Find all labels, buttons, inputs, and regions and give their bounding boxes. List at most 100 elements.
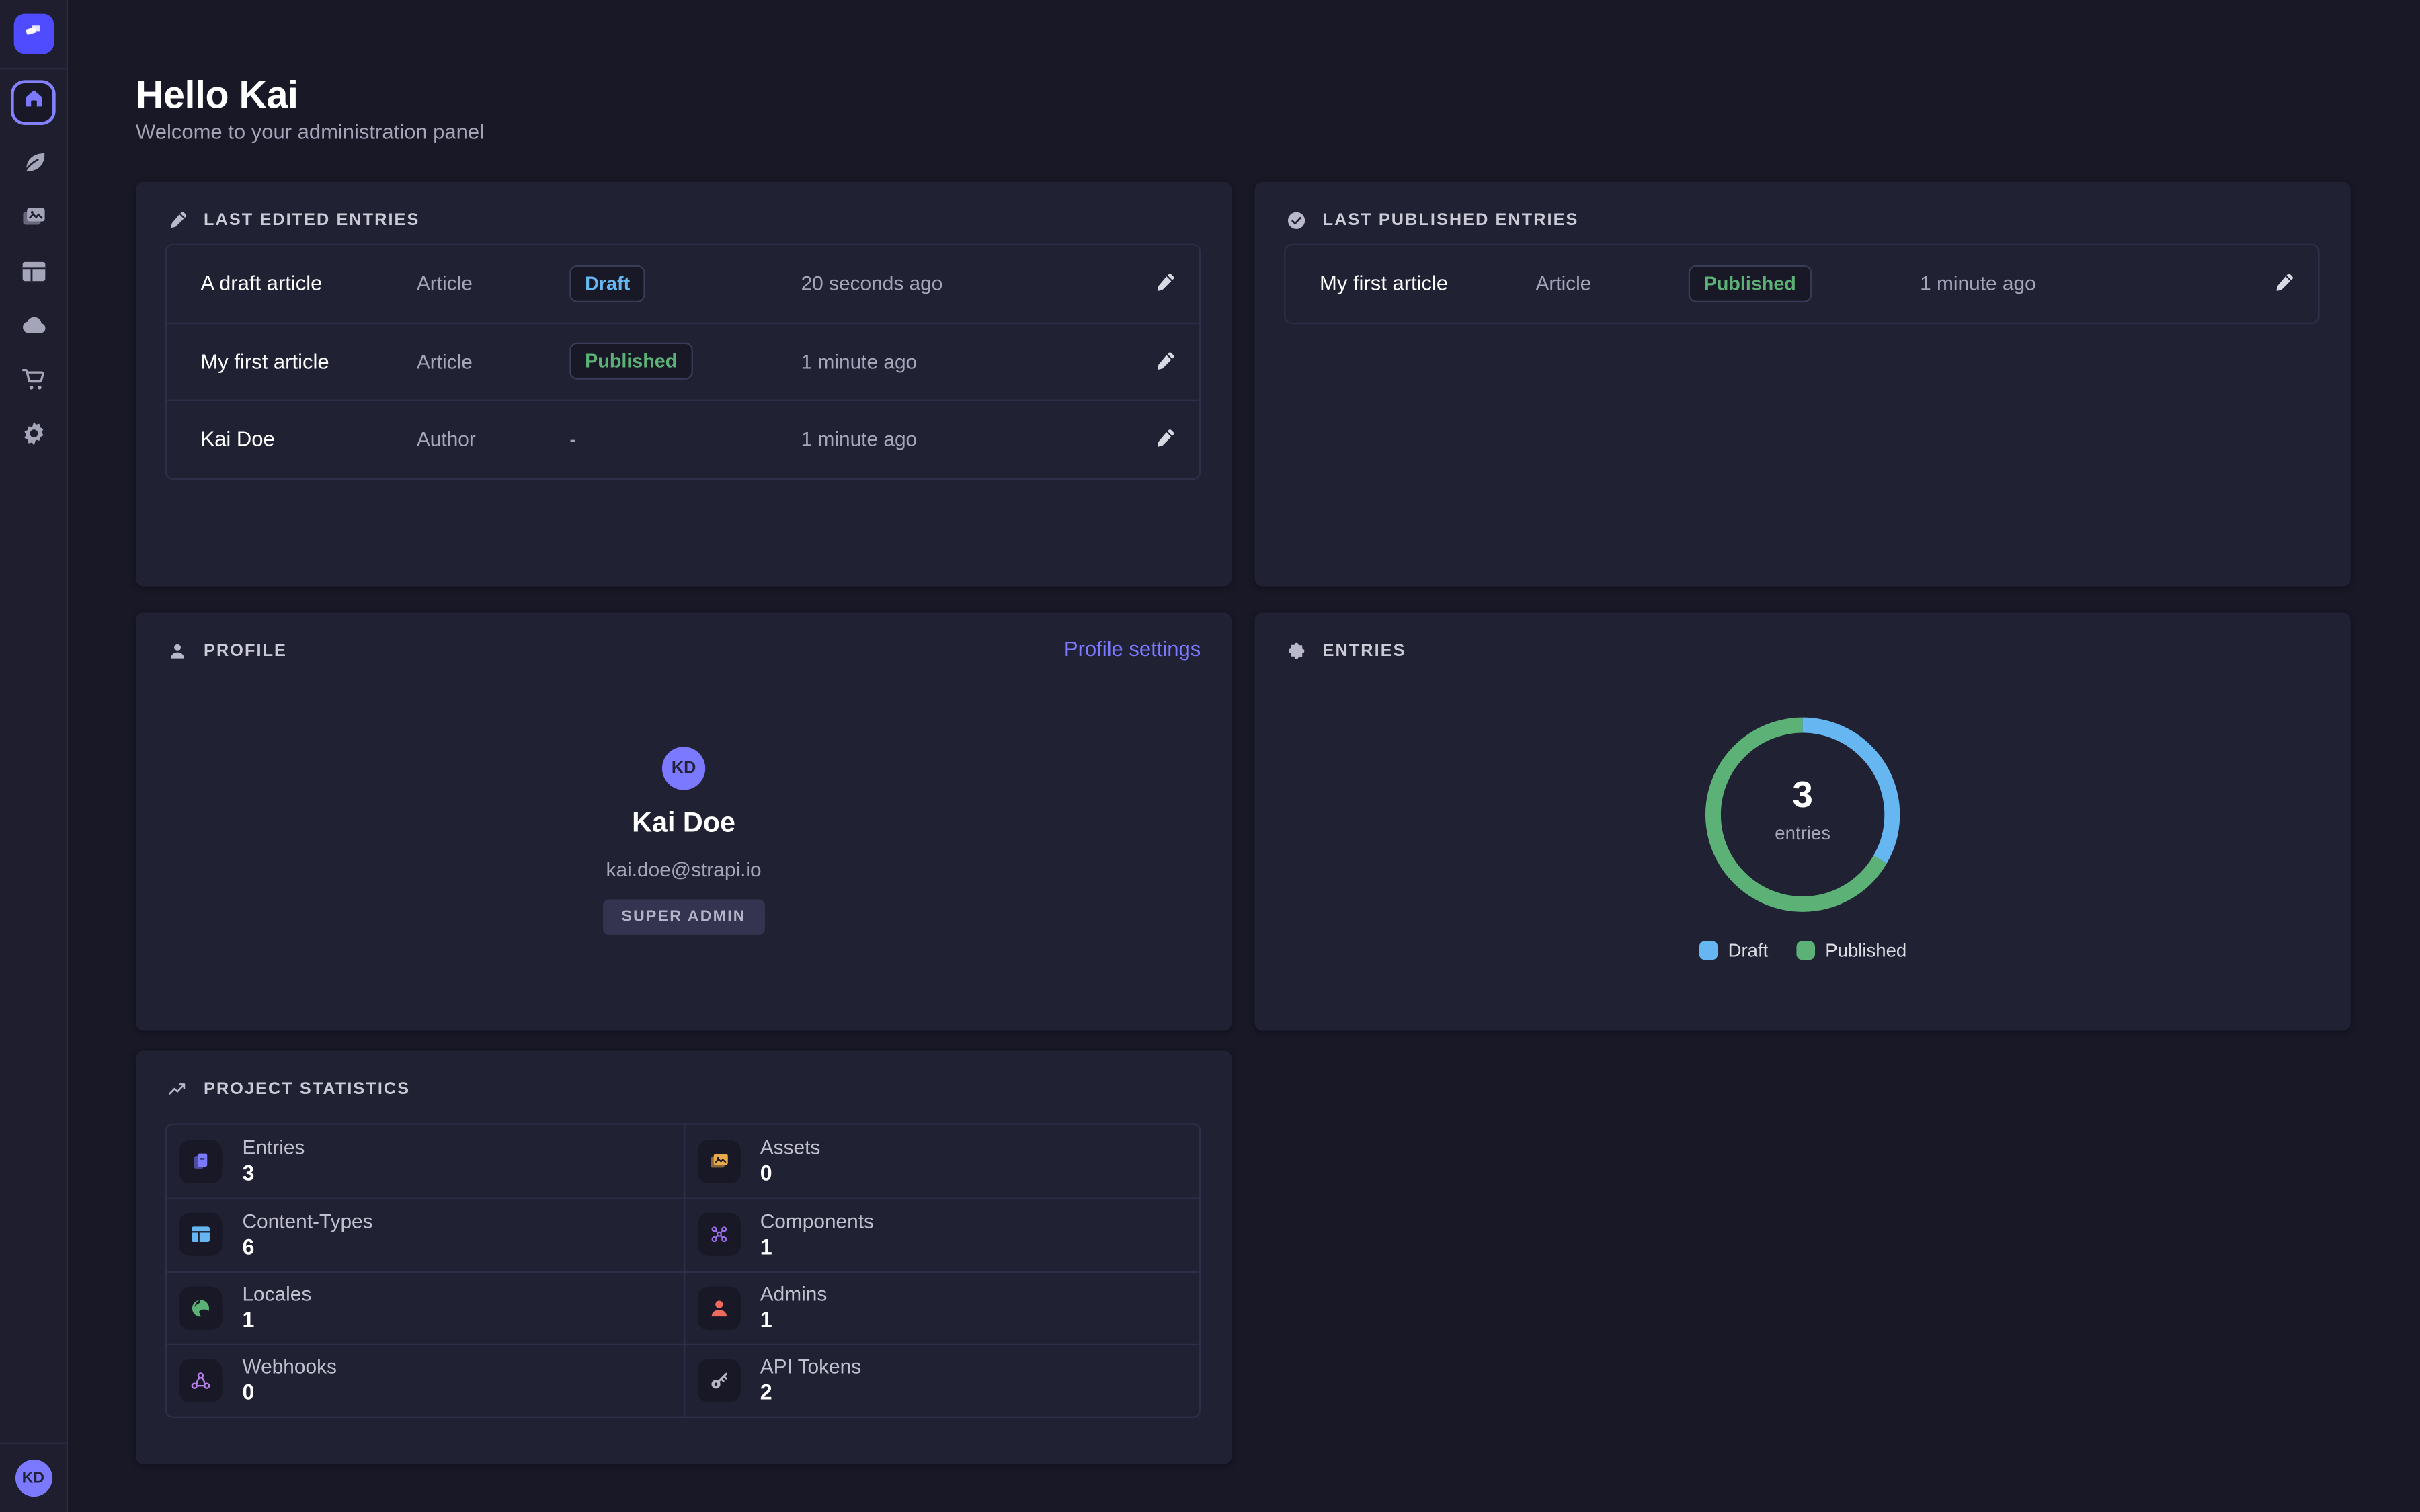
- entry-type: Article: [1535, 272, 1688, 295]
- entries-total-label: entries: [1695, 823, 1910, 844]
- profile-name: Kai Doe: [136, 807, 1232, 839]
- table-row: My first article Article Published 1 min…: [167, 322, 1199, 400]
- stat-content-types: Content-Types 6: [167, 1198, 683, 1271]
- sidebar-item-marketplace[interactable]: [17, 364, 48, 395]
- legend-item-published: Published: [1796, 939, 1907, 961]
- legend-label: Draft: [1728, 939, 1769, 961]
- stat-locales: Locales 1: [167, 1271, 683, 1344]
- page-subtitle: Welcome to your administration panel: [136, 120, 484, 142]
- stat-value: 0: [760, 1160, 821, 1186]
- entries-card: ENTRIES 3 entries Draft: [1255, 612, 2351, 1030]
- edit-entry-button[interactable]: [2272, 271, 2297, 296]
- pictures-icon: [17, 202, 48, 233]
- entries-donut-chart: 3 entries: [1695, 707, 1910, 923]
- stat-components: Components 1: [683, 1198, 1199, 1271]
- entries-total: 3: [1695, 778, 1910, 814]
- entry-name: Kai Doe: [200, 428, 416, 451]
- last-edited-table: A draft article Article Draft 20 seconds…: [165, 244, 1201, 480]
- table-row: A draft article Article Draft 20 seconds…: [167, 245, 1199, 322]
- entry-name: A draft article: [200, 272, 416, 295]
- stat-entries: Entries 3: [167, 1125, 683, 1198]
- components-icon: [697, 1214, 740, 1257]
- main-content: Hello Kai Welcome to your administration…: [68, 0, 2420, 1512]
- page-title: Hello Kai: [136, 74, 298, 119]
- strapi-logo-icon: [20, 17, 46, 51]
- stat-label: Admins: [760, 1284, 828, 1306]
- stat-value: 1: [242, 1306, 311, 1333]
- entries-header: ENTRIES: [1286, 640, 1406, 662]
- last-published-table: My first article Article Published 1 min…: [1284, 244, 2320, 323]
- stat-value: 6: [242, 1234, 372, 1260]
- cloud-icon: [17, 310, 48, 341]
- profile-settings-link[interactable]: Profile settings: [1064, 637, 1201, 660]
- table-row: Kai Doe Author - 1 minute ago: [167, 400, 1199, 478]
- profile-avatar: KD: [662, 747, 705, 790]
- published-swatch: [1796, 941, 1815, 960]
- sidebar-divider-bottom: [0, 1443, 67, 1444]
- entry-type: Article: [417, 272, 569, 295]
- status-badge: Published: [569, 343, 692, 380]
- home-icon: [21, 87, 46, 119]
- profile-card: PROFILE Profile settings KD Kai Doe kai.…: [136, 612, 1232, 1030]
- last-published-entries-card: LAST PUBLISHED ENTRIES My first article …: [1255, 182, 2351, 587]
- role-badge: SUPER ADMIN: [603, 900, 764, 935]
- stat-label: Assets: [760, 1137, 821, 1160]
- entry-name: My first article: [200, 350, 416, 373]
- sidebar-bottom: KD: [0, 1429, 67, 1512]
- stat-assets: Assets 0: [683, 1125, 1199, 1198]
- stat-admins: Admins 1: [683, 1271, 1199, 1344]
- key-icon: [697, 1359, 740, 1402]
- strapi-logo[interactable]: [13, 14, 54, 54]
- user-icon: [167, 640, 188, 662]
- table-row: My first article Article Published 1 min…: [1286, 245, 2318, 322]
- legend-label: Published: [1825, 939, 1906, 961]
- draft-swatch: [1699, 941, 1718, 960]
- feather-icon: [17, 148, 48, 179]
- puzzle-icon: [1286, 640, 1307, 662]
- stat-value: 1: [760, 1306, 828, 1333]
- cart-icon: [17, 364, 48, 395]
- pictures-icon: [697, 1140, 740, 1183]
- entry-time: 20 seconds ago: [801, 272, 1116, 295]
- pencil-icon: [1153, 350, 1178, 373]
- last-published-title: LAST PUBLISHED ENTRIES: [1323, 212, 1579, 230]
- last-edited-header: LAST EDITED ENTRIES: [167, 210, 419, 231]
- layout-icon: [17, 256, 48, 287]
- webhook-icon: [179, 1359, 222, 1402]
- last-published-header: LAST PUBLISHED ENTRIES: [1286, 210, 1579, 231]
- pencil-icon: [167, 210, 188, 231]
- sidebar-item-cloud[interactable]: [17, 310, 48, 341]
- edit-entry-button[interactable]: [1153, 349, 1178, 374]
- edit-entry-button[interactable]: [1153, 271, 1178, 296]
- project-statistics-card: PROJECT STATISTICS Entries 3 Assets 0 Co…: [136, 1051, 1232, 1464]
- check-circle-icon: [1286, 210, 1307, 231]
- layout-icon: [179, 1214, 222, 1257]
- entries-title: ENTRIES: [1323, 642, 1406, 661]
- sidebar-item-home[interactable]: [11, 80, 56, 125]
- donut-legend: Draft Published: [1255, 939, 2351, 961]
- edit-entry-button[interactable]: [1153, 427, 1178, 452]
- profile-header: PROFILE: [167, 640, 287, 662]
- sidebar-item-content-type-builder[interactable]: [17, 256, 48, 287]
- profile-email: kai.doe@strapi.io: [136, 858, 1232, 881]
- stat-value: 3: [242, 1160, 305, 1186]
- last-edited-title: LAST EDITED ENTRIES: [204, 212, 419, 230]
- strapi-dashboard: KD Hello Kai Welcome to your administrat…: [0, 0, 2420, 1512]
- globe-icon: [179, 1286, 222, 1329]
- entry-time: 1 minute ago: [801, 428, 1116, 451]
- stat-value: 0: [242, 1380, 336, 1406]
- trending-up-icon: [167, 1079, 188, 1100]
- donut-center: 3 entries: [1695, 778, 1910, 844]
- documents-icon: [179, 1140, 222, 1183]
- status-empty: -: [569, 428, 801, 451]
- sidebar-divider-top: [0, 68, 67, 69]
- sidebar-item-settings[interactable]: [17, 418, 48, 449]
- project-statistics-header: PROJECT STATISTICS: [167, 1079, 410, 1100]
- status-badge: Published: [1689, 265, 1812, 302]
- stat-label: Components: [760, 1210, 874, 1233]
- sidebar-item-media-library[interactable]: [17, 202, 48, 233]
- stat-label: Content-Types: [242, 1210, 372, 1233]
- user-avatar[interactable]: KD: [15, 1460, 52, 1497]
- sidebar-item-content-manager[interactable]: [17, 148, 48, 179]
- profile-title: PROFILE: [204, 642, 287, 661]
